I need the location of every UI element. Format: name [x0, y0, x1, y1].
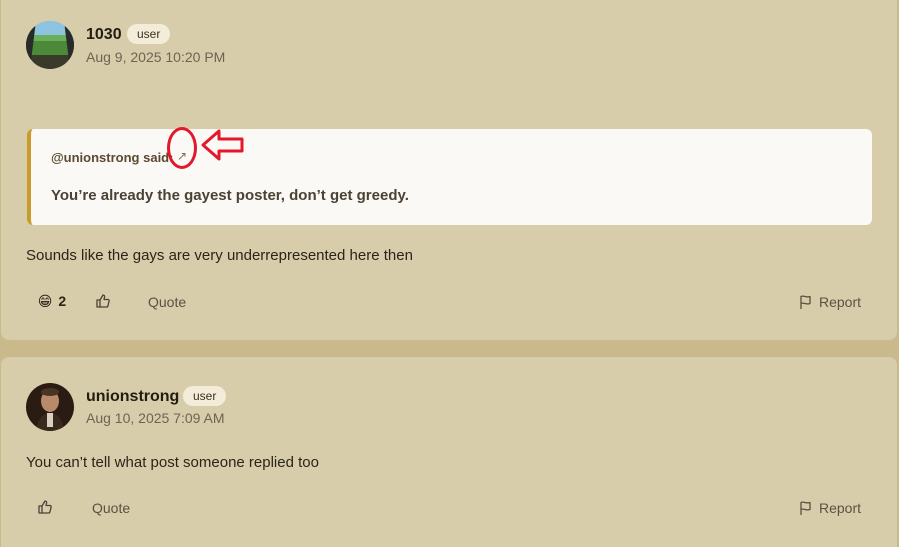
post-card: unionstrong user Aug 10, 2025 7:09 AM Yo…: [1, 357, 897, 547]
flag-icon: [800, 501, 811, 515]
quote-button[interactable]: Quote: [92, 500, 130, 516]
report-button[interactable]: Report: [798, 500, 861, 516]
avatar-image: [26, 21, 74, 69]
report-label: Report: [819, 294, 862, 310]
avatar-image: [26, 383, 74, 431]
post-body: You can’t tell what post someone replied…: [26, 454, 319, 471]
thumbs-up-icon: [96, 294, 110, 308]
quote-block: @unionstrong said: ↗ You’re already the …: [27, 129, 872, 225]
username[interactable]: unionstrong: [86, 388, 179, 406]
post-body: Sounds like the gays are very underrepre…: [26, 247, 413, 264]
post-timestamp[interactable]: Aug 9, 2025 10:20 PM: [86, 49, 225, 65]
flag-icon: [800, 295, 811, 309]
quote-author[interactable]: @unionstrong said:: [51, 150, 173, 165]
annotation-circle: [167, 127, 197, 169]
like-button[interactable]: [28, 493, 62, 521]
quote-text: You’re already the gayest poster, don’t …: [51, 187, 409, 204]
like-button[interactable]: [86, 287, 120, 315]
post-card: 1030 user Aug 9, 2025 10:20 PM @unionstr…: [1, 0, 897, 340]
post-timestamp[interactable]: Aug 10, 2025 7:09 AM: [86, 410, 225, 426]
reaction-button[interactable]: 😁 2: [28, 287, 76, 315]
role-badge: user: [183, 386, 227, 406]
avatar[interactable]: [26, 383, 74, 431]
annotation-arrow-icon: [201, 129, 244, 161]
avatar[interactable]: [26, 21, 74, 69]
quote-button[interactable]: Quote: [148, 294, 186, 310]
report-button[interactable]: Report: [798, 294, 861, 310]
grin-emoji-icon: 😁: [37, 292, 53, 309]
role-badge: user: [127, 24, 171, 44]
thumbs-up-icon: [38, 500, 52, 514]
reaction-count: 2: [58, 293, 67, 309]
username[interactable]: 1030: [86, 26, 122, 44]
report-label: Report: [819, 500, 862, 516]
